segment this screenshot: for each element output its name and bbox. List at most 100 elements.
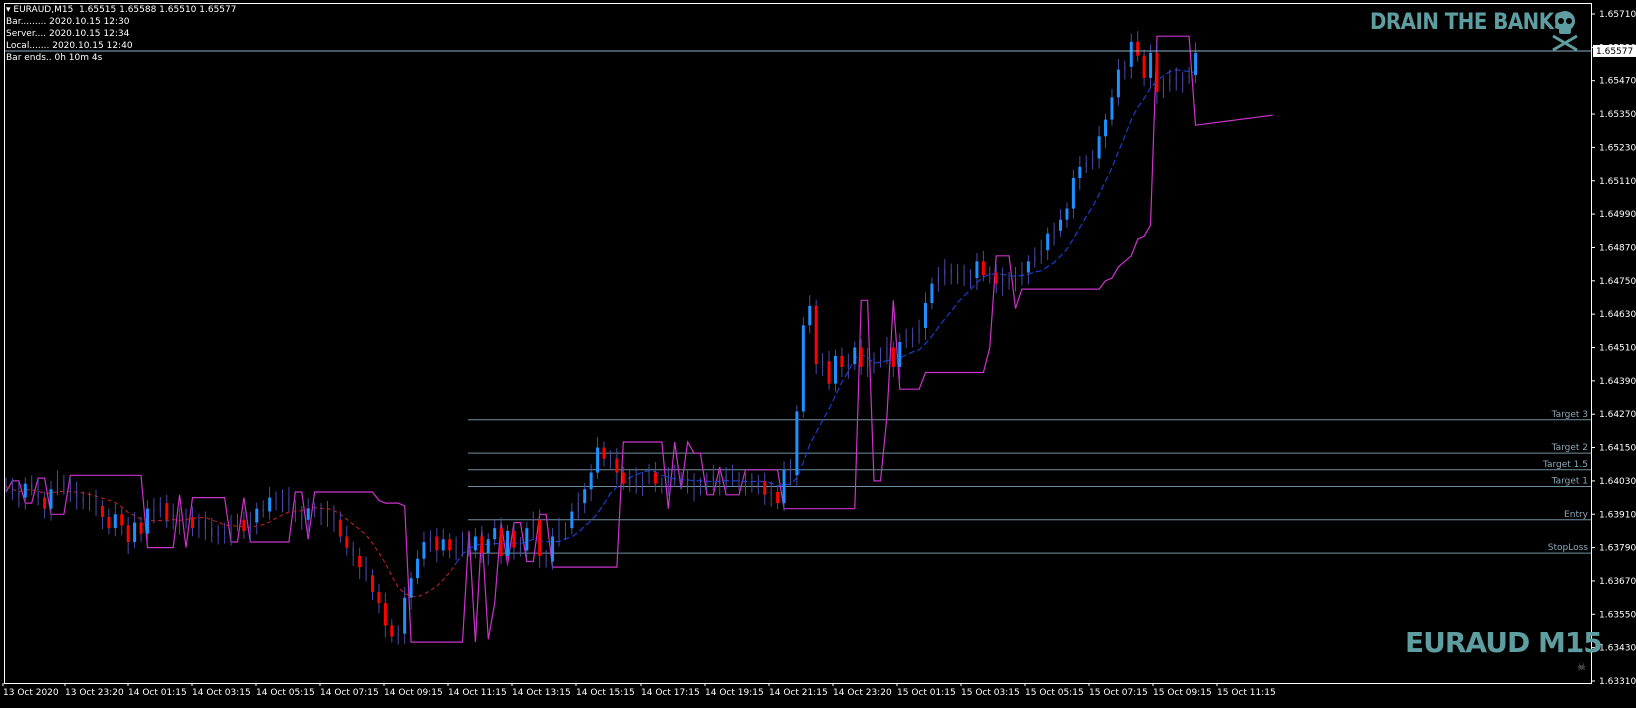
- candle-body: [107, 517, 111, 529]
- candle-body: [486, 539, 490, 554]
- candle-body: [1015, 275, 1017, 284]
- candle-body: [615, 458, 619, 473]
- candle-body: [113, 514, 117, 529]
- price-axis: 1.657101.655901.654701.653501.652301.651…: [5, 10, 1636, 687]
- time-tick-label: 13 Oct 2020: [3, 688, 59, 698]
- candle-body: [441, 539, 445, 551]
- small-skull-icon: ☠: [1577, 662, 1586, 673]
- candle-body: [126, 525, 130, 543]
- candle-body: [776, 492, 780, 504]
- candle-body: [532, 519, 534, 529]
- candle-body: [262, 508, 264, 512]
- candle-body: [306, 508, 310, 520]
- candle-body: [145, 508, 149, 534]
- candle-body: [629, 478, 631, 484]
- candles-layer: [5, 31, 1198, 645]
- candle-body: [1053, 230, 1055, 234]
- candle-body: [1136, 41, 1140, 56]
- candle-body: [744, 480, 746, 484]
- candle-body: [642, 478, 644, 484]
- candle-body: [648, 472, 650, 479]
- price-tick-label: 1.64030: [1599, 477, 1636, 487]
- candle-body: [435, 536, 439, 551]
- candle-body: [674, 475, 676, 481]
- candle-body: [853, 347, 857, 365]
- price-tick-label: 1.64390: [1599, 377, 1636, 387]
- price-tick-label: 1.65110: [1599, 177, 1636, 187]
- candle-body: [1040, 250, 1042, 256]
- candle-body: [667, 475, 669, 484]
- price-chart[interactable]: Target 3 Target 2 Target 1.5 Target 1 Entry S…: [0, 0, 1636, 704]
- candle-body: [1162, 83, 1164, 92]
- time-tick-label: 14 Oct 19:15: [705, 688, 764, 698]
- brand-title: DRAIN THE BANKS: [1370, 10, 1568, 35]
- candle-body: [383, 603, 387, 626]
- symbol-watermark: EURAUD M15: [1405, 626, 1603, 659]
- candle-body: [480, 536, 484, 554]
- candle-body: [577, 503, 579, 512]
- candle-body: [338, 519, 342, 537]
- candle-body: [1175, 77, 1177, 81]
- candle-body: [847, 364, 849, 367]
- candle-body: [905, 339, 907, 342]
- candle-body: [923, 303, 927, 329]
- candle-body: [242, 519, 246, 531]
- candle-body: [1124, 66, 1126, 70]
- candle-body: [1065, 208, 1069, 220]
- candle-body: [301, 514, 303, 520]
- time-tick-label: 15 Oct 07:15: [1089, 688, 1148, 698]
- current-price-label: 1.65577: [1596, 47, 1633, 57]
- candle-body: [371, 575, 375, 593]
- price-tick-label: 1.64510: [1599, 344, 1636, 354]
- candle-body: [635, 478, 637, 484]
- candle-body: [712, 475, 714, 481]
- candle-body: [944, 269, 946, 276]
- candle-body: [589, 472, 593, 490]
- time-tick-label: 14 Oct 23:20: [833, 688, 892, 698]
- candle-body: [255, 508, 259, 523]
- candle-body: [570, 511, 574, 529]
- candle-body: [49, 489, 53, 509]
- time-tick-label: 15 Oct 05:15: [1025, 688, 1084, 698]
- candle-body: [596, 447, 600, 473]
- candle-body: [751, 483, 753, 487]
- candle-body: [840, 355, 844, 367]
- price-tick-label: 1.65470: [1599, 77, 1636, 87]
- candle-body: [165, 503, 169, 520]
- price-tick-label: 1.63790: [1599, 544, 1636, 554]
- candle-body: [801, 325, 805, 412]
- candle-body: [1034, 255, 1036, 262]
- candle-body: [76, 492, 78, 498]
- price-tick-label: 1.63430: [1599, 644, 1636, 654]
- candle-body: [1188, 75, 1190, 78]
- candle-body: [409, 578, 413, 598]
- time-tick-label: 14 Oct 15:15: [576, 688, 635, 698]
- candle-body: [699, 483, 701, 490]
- chart-canvas[interactable]: Target 3 Target 2 Target 1.5 Target 1 Entry S…: [0, 0, 1636, 704]
- candle-body: [621, 472, 625, 484]
- price-tick-label: 1.63910: [1599, 510, 1636, 520]
- candle-body: [512, 530, 516, 548]
- candle-body: [327, 511, 328, 518]
- candle-body: [827, 361, 831, 384]
- candle-body: [1129, 41, 1133, 67]
- candle-body: [782, 469, 786, 504]
- price-tick-label: 1.63310: [1599, 677, 1636, 687]
- candle-body: [217, 530, 219, 537]
- candle-body: [133, 522, 137, 543]
- candle-body: [1149, 52, 1153, 78]
- price-tick-label: 1.65350: [1599, 110, 1636, 120]
- candle-body: [69, 486, 71, 493]
- candle-body: [1104, 119, 1108, 137]
- price-tick-label: 1.63550: [1599, 610, 1636, 620]
- candle-body: [429, 536, 431, 543]
- candle-body: [95, 500, 97, 506]
- candle-body: [352, 547, 354, 556]
- candle-body: [891, 347, 895, 367]
- candle-body: [970, 275, 971, 279]
- candle-body: [455, 544, 457, 551]
- time-tick-label: 14 Oct 05:15: [256, 688, 315, 698]
- candle-body: [1092, 158, 1094, 162]
- price-tick-label: 1.64750: [1599, 277, 1636, 287]
- candle-body: [288, 497, 290, 506]
